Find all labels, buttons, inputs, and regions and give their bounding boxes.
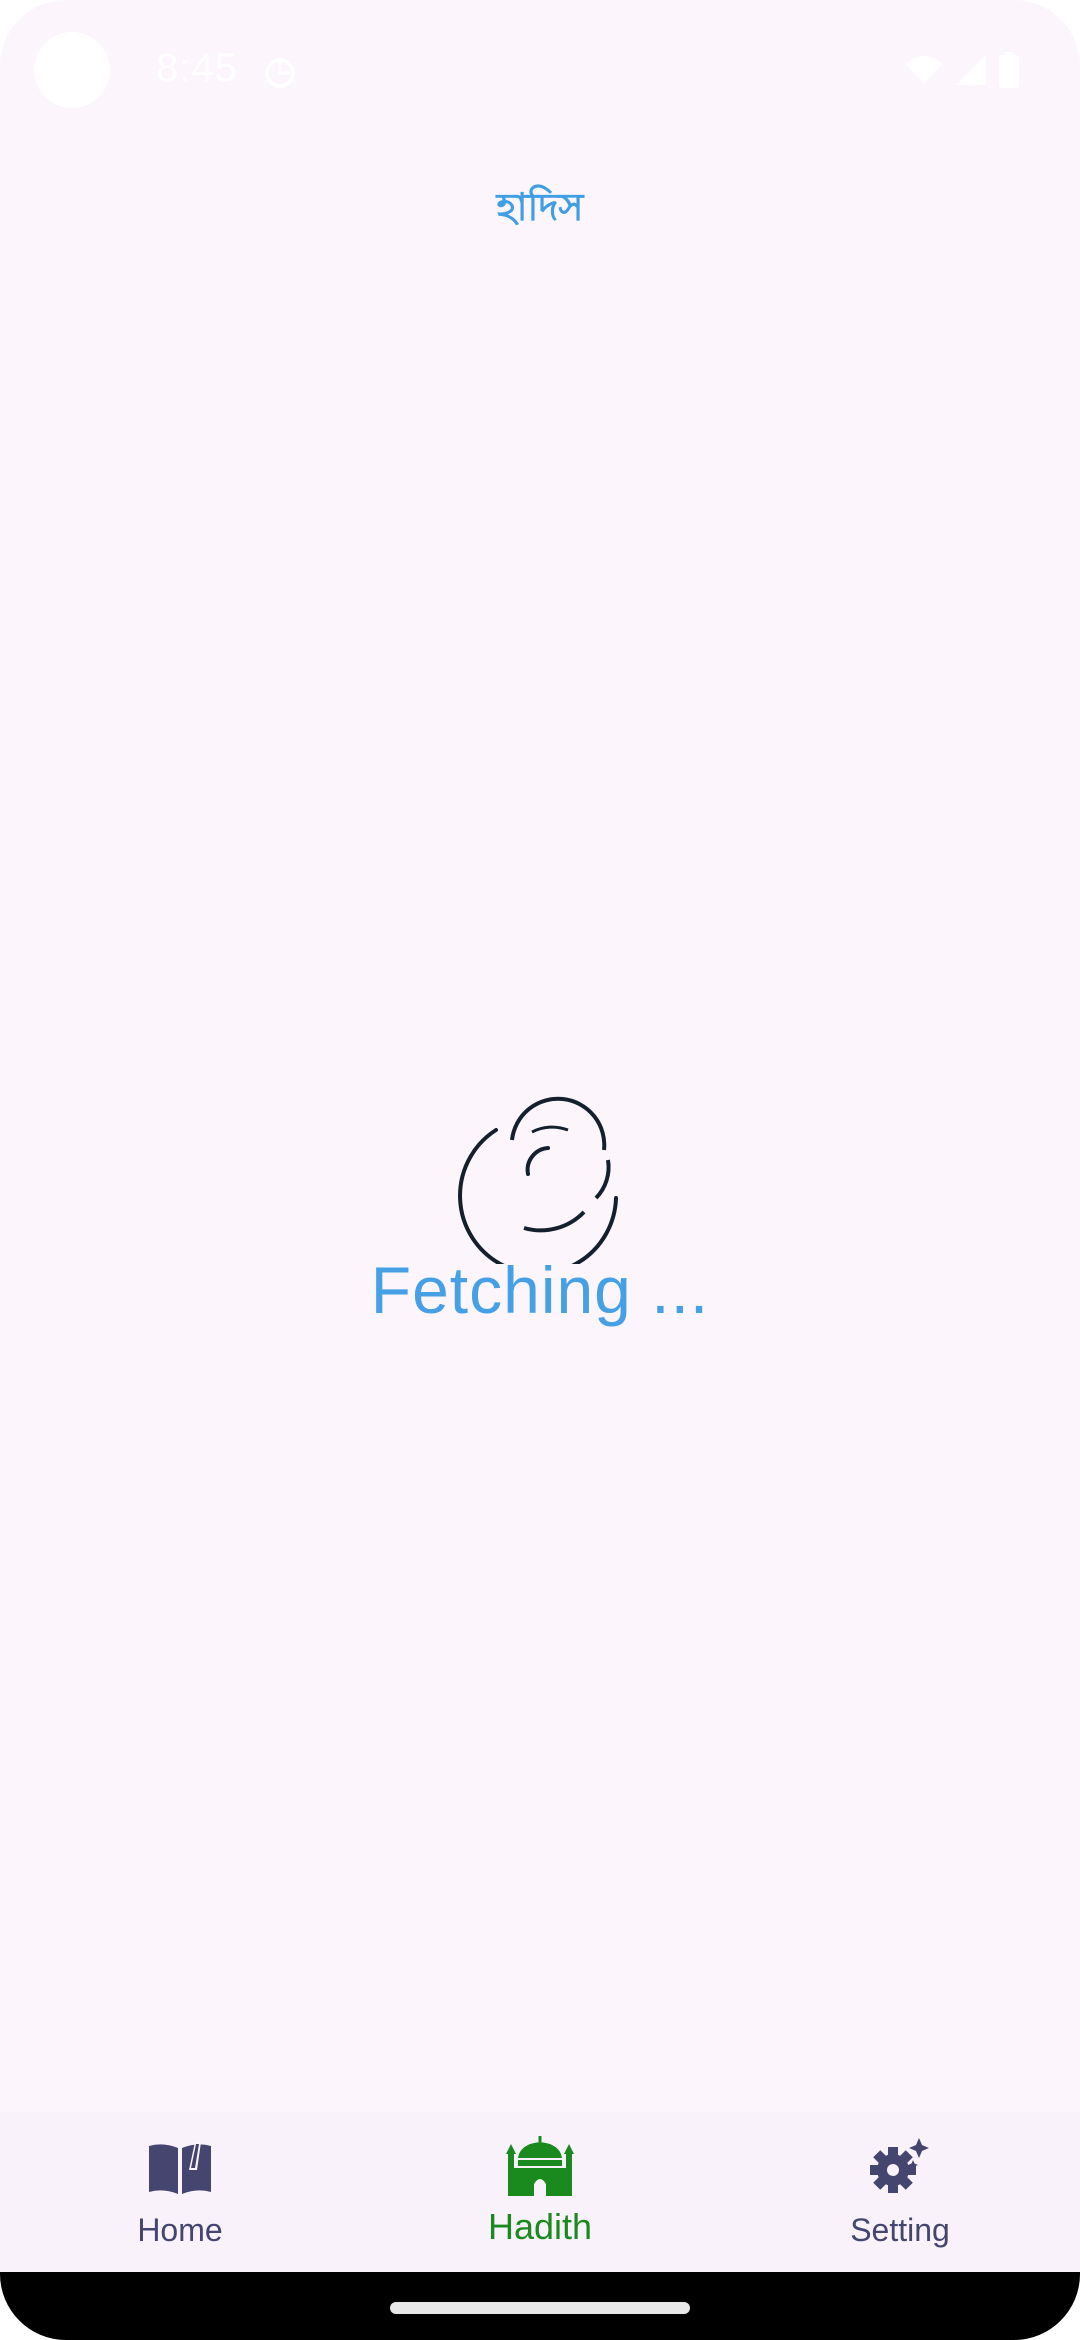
page-title: হাদিস xyxy=(496,185,584,229)
loading-text: Fetching ... xyxy=(370,1253,710,1327)
status-icons xyxy=(904,52,1020,88)
sync-icon xyxy=(265,58,295,88)
mosque-icon xyxy=(506,2136,574,2196)
nav-item-hadith[interactable]: Hadith xyxy=(360,2112,720,2272)
status-time: 8:45 xyxy=(156,46,238,90)
system-gesture-bar xyxy=(0,2272,1080,2340)
signal-icon xyxy=(956,55,986,85)
app-screen: 8:45 হাদিস Fetching ... Home Hadith Sett… xyxy=(0,0,1080,2340)
status-bar: 8:45 xyxy=(0,0,1080,140)
nav-label-home: Home xyxy=(137,2212,223,2248)
nav-label-setting: Setting xyxy=(850,2212,950,2248)
home-gesture-handle[interactable] xyxy=(390,2302,690,2314)
battery-icon xyxy=(999,52,1019,88)
nav-item-home[interactable]: Home xyxy=(0,2112,360,2272)
spinner-icon xyxy=(458,1096,618,1264)
nav-item-setting[interactable]: Setting xyxy=(720,2112,1080,2272)
open-book-icon xyxy=(149,2142,211,2194)
camera-cutout xyxy=(34,32,110,108)
gear-sparkle-icon xyxy=(870,2138,929,2193)
bottom-navigation: Home Hadith Setting xyxy=(0,2112,1080,2272)
wifi-icon xyxy=(906,56,942,84)
nav-label-hadith: Hadith xyxy=(487,2206,593,2247)
